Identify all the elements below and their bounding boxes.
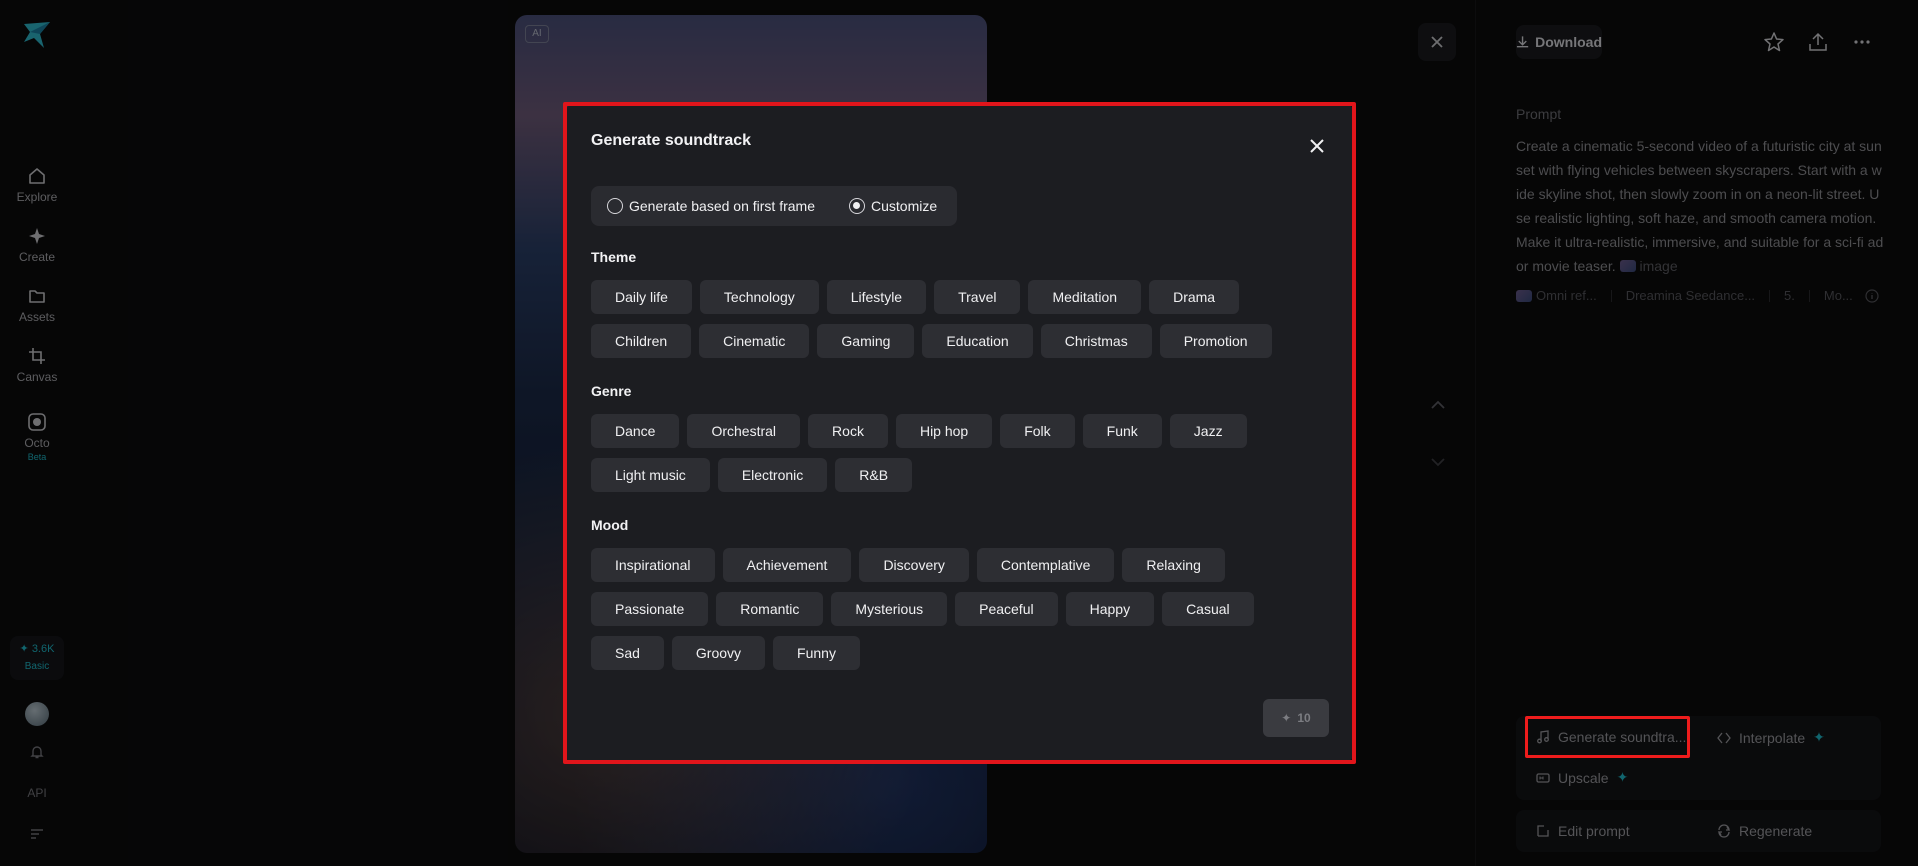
dialog-highlight-frame bbox=[563, 102, 1356, 764]
generate-soundtrack-highlight bbox=[1525, 716, 1690, 758]
